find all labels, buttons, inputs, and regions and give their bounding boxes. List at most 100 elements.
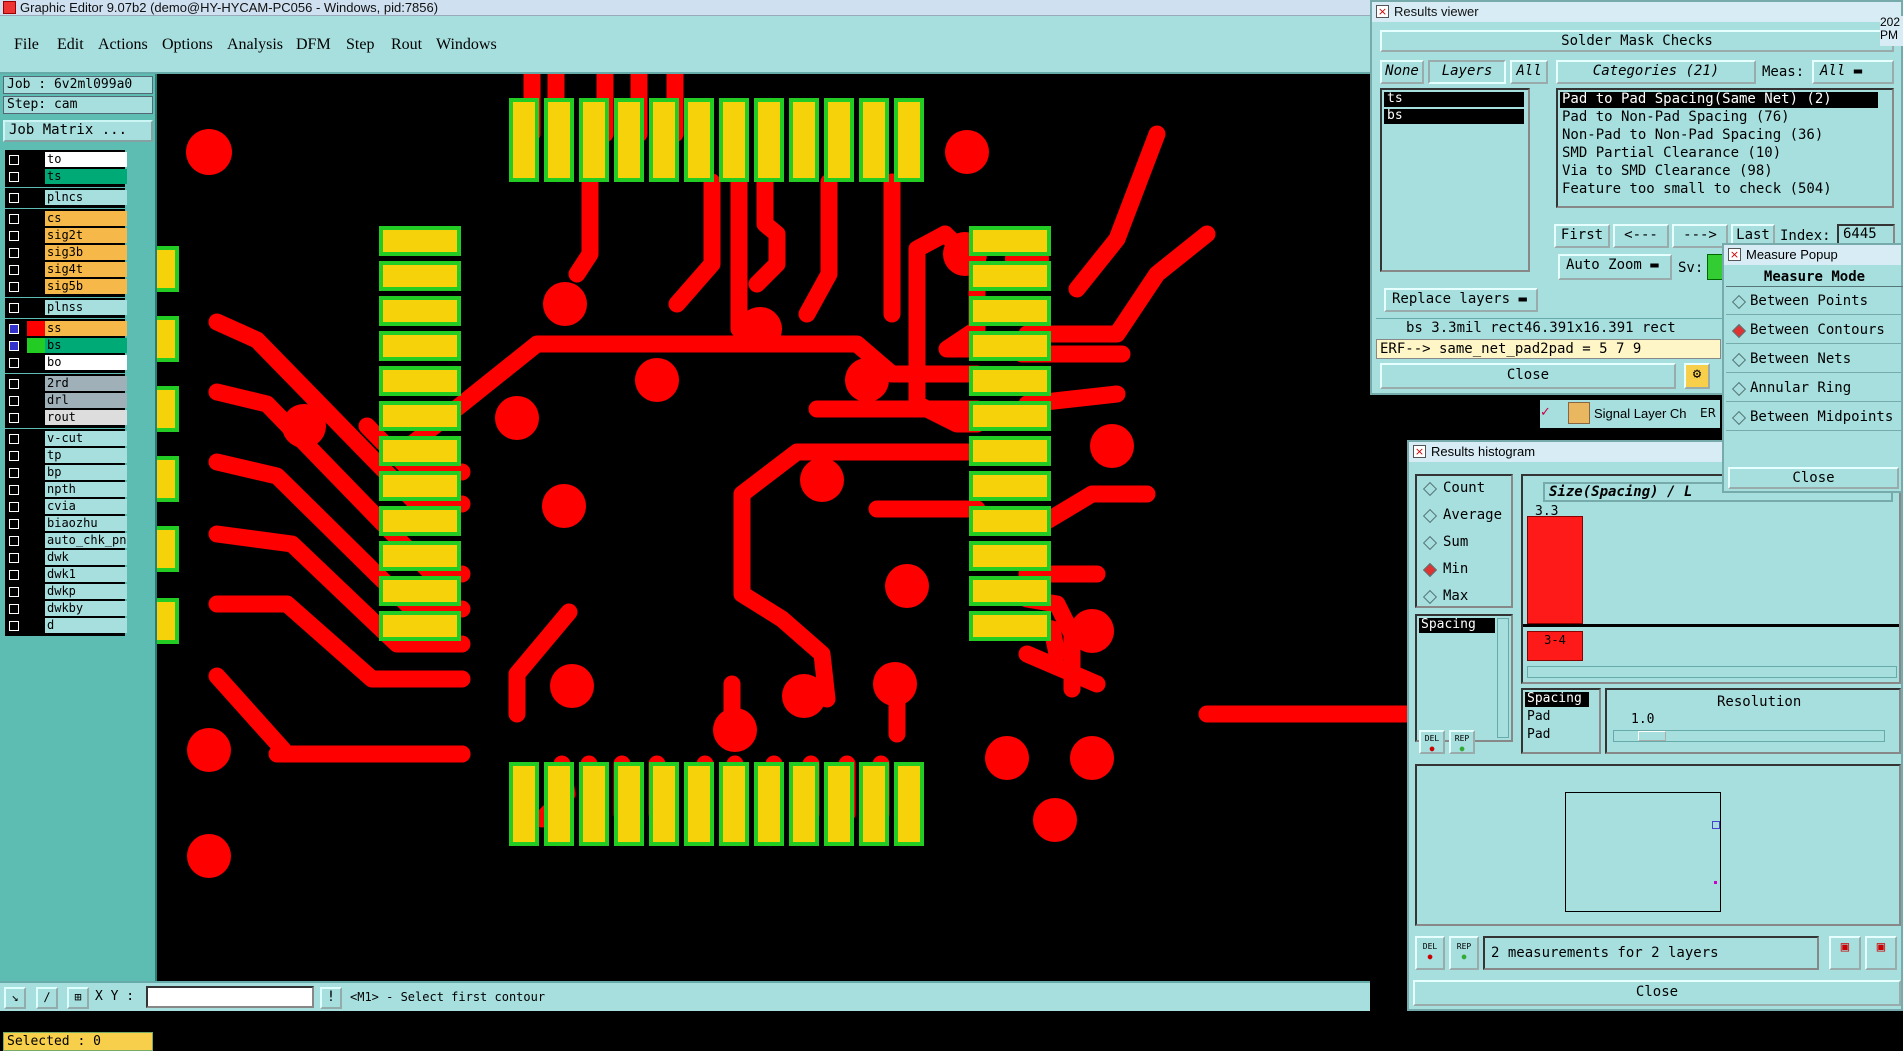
layer-color-swatch[interactable] — [27, 567, 45, 582]
category-list[interactable]: Pad to Pad Spacing(Same Net) (2) Pad to N… — [1556, 88, 1894, 208]
menu-rout[interactable]: Rout — [391, 36, 422, 54]
measure-close-button[interactable]: Close — [1728, 467, 1899, 489]
layer-row-dwk1[interactable]: dwk1 — [5, 567, 127, 583]
job-matrix-button[interactable]: Job Matrix ... — [3, 120, 153, 142]
layer-name[interactable]: bo — [45, 355, 127, 370]
radio-icon[interactable] — [1731, 352, 1747, 368]
radio-icon[interactable] — [1731, 410, 1747, 426]
layer-color-swatch[interactable] — [27, 338, 45, 353]
layer-name[interactable]: auto_chk_pn: — [45, 533, 127, 548]
all-button[interactable]: All — [1510, 60, 1548, 84]
layer-row-v-cut[interactable]: v-cut — [5, 431, 127, 447]
close-icon[interactable]: × — [1728, 248, 1741, 261]
layer-checkbox[interactable] — [9, 502, 19, 512]
layer-color-swatch[interactable] — [27, 262, 45, 277]
pcb-canvas[interactable] — [157, 74, 1407, 981]
menu-step[interactable]: Step — [346, 36, 374, 54]
layer-checkbox[interactable] — [9, 341, 19, 351]
layer-checkbox[interactable] — [9, 553, 19, 563]
auto-zoom-dropdown[interactable]: Auto Zoom ▬ — [1558, 254, 1672, 280]
category-item[interactable]: Pad to Pad Spacing(Same Net) (2) — [1560, 92, 1878, 108]
menu-edit[interactable]: Edit — [57, 36, 84, 54]
layer-name[interactable]: drl — [45, 393, 127, 408]
layer-checkbox[interactable] — [9, 468, 19, 478]
list-item[interactable]: Pad — [1525, 728, 1589, 743]
layer-checkbox[interactable] — [9, 570, 19, 580]
layer-checkbox[interactable] — [9, 231, 19, 241]
radio-icon[interactable] — [1731, 294, 1747, 310]
layer-checkbox[interactable] — [9, 282, 19, 292]
scrollbar[interactable] — [1497, 618, 1509, 738]
list-item[interactable]: Pad — [1525, 710, 1589, 725]
stat-option-max[interactable]: Max — [1422, 588, 1509, 606]
layer-color-swatch[interactable] — [27, 169, 45, 184]
layer-name[interactable]: cs — [45, 211, 127, 226]
list-item[interactable]: Spacing — [1419, 618, 1495, 633]
layer-color-swatch[interactable] — [27, 355, 45, 370]
layer-row-drl[interactable]: drl — [5, 393, 127, 409]
layer-checkbox[interactable] — [9, 324, 19, 334]
radio-icon[interactable] — [1422, 562, 1438, 578]
layer-name[interactable]: sig4t — [45, 262, 127, 277]
signal-layer-label[interactable]: Signal Layer Ch — [1594, 406, 1687, 421]
close-icon[interactable]: × — [1376, 5, 1389, 18]
layer-name[interactable]: dwk1 — [45, 567, 127, 582]
category-item[interactable]: Via to SMD Clearance (98) — [1560, 164, 1878, 180]
replace-button[interactable]: REP ● — [1449, 730, 1475, 754]
radio-icon[interactable] — [1422, 508, 1438, 524]
layer-color-swatch[interactable] — [27, 533, 45, 548]
layer-row-2rd[interactable]: 2rd — [5, 376, 127, 392]
categories-button[interactable]: Categories (21) — [1556, 60, 1756, 84]
layer-name[interactable]: biaozhu — [45, 516, 127, 531]
delete-button[interactable]: DEL ● — [1419, 730, 1445, 754]
layer-row-rout[interactable]: rout — [5, 410, 127, 426]
radio-icon[interactable] — [1422, 481, 1438, 497]
measure-mode-between-points[interactable]: Between Points — [1726, 289, 1903, 315]
layer-row-bo[interactable]: bo — [5, 355, 127, 371]
histogram-close-button[interactable]: Close — [1413, 980, 1901, 1006]
layer-color-swatch[interactable] — [27, 321, 45, 336]
layer-color-swatch[interactable] — [27, 410, 45, 425]
layer-color-swatch[interactable] — [27, 152, 45, 167]
radio-icon[interactable] — [1731, 323, 1747, 339]
layer-color-swatch[interactable] — [27, 300, 45, 315]
layer-row-cs[interactable]: cs — [5, 211, 127, 227]
list-item[interactable]: bs — [1384, 109, 1524, 124]
layer-name[interactable]: tp — [45, 448, 127, 463]
layer-color-swatch[interactable] — [27, 190, 45, 205]
radio-icon[interactable] — [1731, 381, 1747, 397]
layer-name[interactable]: plnss — [45, 300, 127, 315]
layer-name[interactable]: bs — [45, 338, 127, 353]
layer-checkbox[interactable] — [9, 604, 19, 614]
slider-handle[interactable] — [1638, 731, 1666, 741]
layer-color-swatch[interactable] — [27, 465, 45, 480]
layers-button[interactable]: Layers — [1428, 60, 1506, 84]
spacing-list[interactable]: Spacing — [1415, 614, 1513, 742]
preview-panel[interactable] — [1415, 764, 1901, 926]
layer-checkbox[interactable] — [9, 536, 19, 546]
replace-button-2[interactable]: REP ● — [1449, 936, 1479, 970]
layer-checkbox[interactable] — [9, 485, 19, 495]
layer-name[interactable]: bp — [45, 465, 127, 480]
layer-row-ss[interactable]: ss — [5, 321, 127, 337]
info-icon[interactable]: ⚙ — [1684, 363, 1710, 389]
layer-checkbox[interactable] — [9, 434, 19, 444]
layer-color-swatch[interactable] — [27, 499, 45, 514]
layer-name[interactable]: sig3b — [45, 245, 127, 260]
layer-row-bp[interactable]: bp — [5, 465, 127, 481]
next-button[interactable]: ---> — [1672, 224, 1728, 248]
layer-color-swatch[interactable] — [27, 601, 45, 616]
h-scrollbar[interactable] — [1527, 666, 1897, 678]
measure-mode-annular-ring[interactable]: Annular Ring — [1726, 376, 1903, 402]
measure-mode-between-nets[interactable]: Between Nets — [1726, 347, 1903, 373]
first-button[interactable]: First — [1554, 224, 1610, 248]
grid-icon[interactable]: ⊞ — [67, 987, 89, 1009]
layer-row-ts[interactable]: ts — [5, 169, 127, 185]
layer-checkbox[interactable] — [9, 214, 19, 224]
layer-color-swatch[interactable] — [27, 448, 45, 463]
meas-dropdown[interactable]: All ▬ — [1812, 60, 1894, 84]
layer-row-dwk[interactable]: dwk — [5, 550, 127, 566]
layer-row-sig2t[interactable]: sig2t — [5, 228, 127, 244]
layer-row-cvia[interactable]: cvia — [5, 499, 127, 515]
zoom-icon[interactable]: ▣ — [1829, 936, 1861, 970]
